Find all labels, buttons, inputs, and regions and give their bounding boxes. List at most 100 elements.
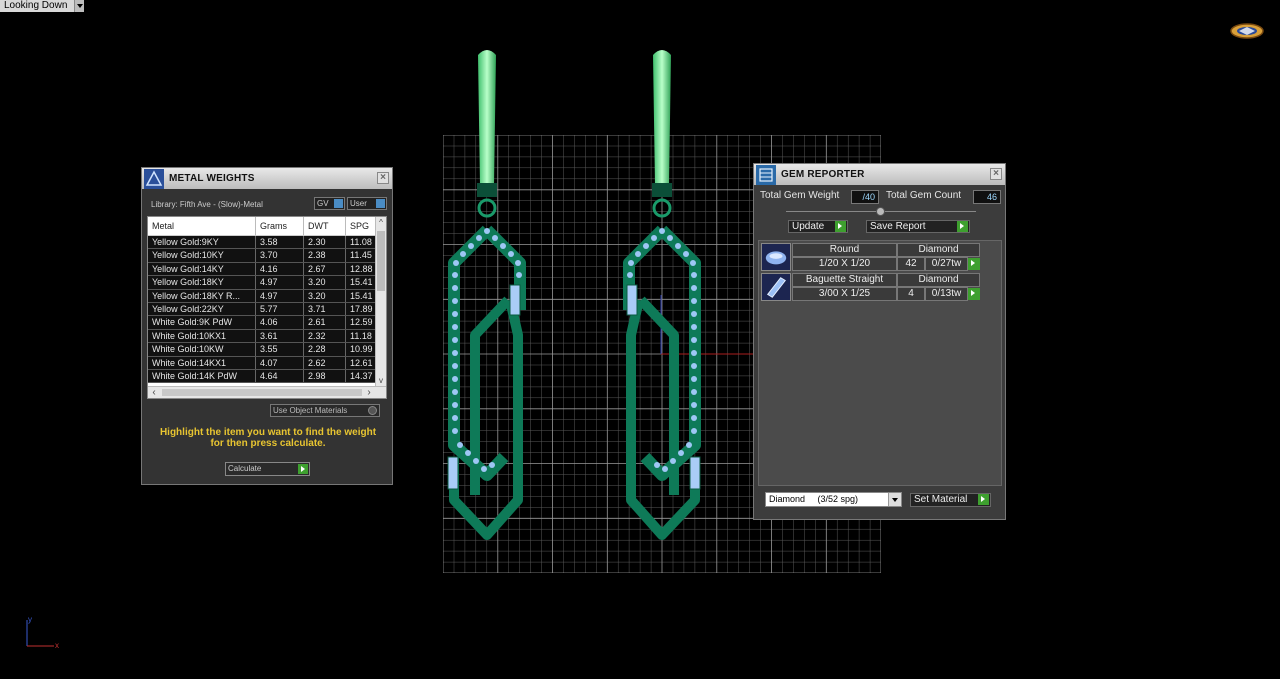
- close-icon[interactable]: ×: [377, 172, 389, 184]
- table-cell: 4.97: [256, 276, 304, 289]
- table-cell: 11.45: [346, 249, 376, 262]
- list-item[interactable]: Baguette Straight Diamond 3/00 X 1/25 4 …: [761, 273, 980, 301]
- save-report-label: Save Report: [870, 221, 926, 232]
- gem-size: 1/20 X 1/20: [792, 257, 897, 271]
- table-row[interactable]: Yellow Gold:14KY 4.16 2.67 12.88: [148, 262, 386, 277]
- table-cell: 2.61: [304, 316, 346, 329]
- table-row[interactable]: White Gold:10KW 3.55 2.28 10.99: [148, 343, 386, 357]
- list-item[interactable]: Round Diamond 1/20 X 1/20 42 0/27tw: [761, 243, 980, 271]
- svg-text:y: y: [28, 615, 32, 624]
- table-cell: 12.61: [346, 356, 376, 369]
- horizontal-scrollbar[interactable]: ‹ ›: [148, 386, 386, 398]
- gem-count: 42: [897, 257, 925, 271]
- table-cell: 2.32: [304, 329, 346, 343]
- gem-material: Diamond: [897, 273, 980, 287]
- checkbox-icon[interactable]: [368, 406, 377, 415]
- total-gem-count-value: 46: [973, 190, 1001, 204]
- table-row[interactable]: Yellow Gold:22KY 5.77 3.71 17.89: [148, 302, 386, 317]
- table-cell: 4.97: [256, 289, 304, 302]
- play-arrow-icon[interactable]: [968, 288, 980, 300]
- table-cell: 11.08: [346, 236, 376, 249]
- update-button[interactable]: Update: [788, 220, 848, 233]
- table-cell: 2.30: [304, 236, 346, 249]
- scroll-left-icon[interactable]: ‹: [149, 387, 159, 398]
- table-cell: 4.06: [256, 316, 304, 329]
- gem-weight: 0/13tw: [925, 287, 968, 301]
- table-row[interactable]: White Gold:14K PdW 4.64 2.98 14.37: [148, 369, 386, 384]
- user-label: User: [350, 199, 367, 208]
- total-gem-count-label: Total Gem Count: [886, 190, 962, 201]
- earring-right[interactable]: [605, 45, 715, 545]
- table-cell: 4.64: [256, 369, 304, 383]
- view-selector[interactable]: Looking Down: [0, 0, 84, 12]
- gv-toggle[interactable]: GV: [314, 197, 345, 210]
- table-cell: 3.70: [256, 249, 304, 262]
- metal-table-header: Metal Grams DWT SPG: [148, 217, 386, 236]
- table-cell: 3.71: [304, 302, 346, 316]
- gem-slider[interactable]: [786, 207, 976, 216]
- table-cell: 17.89: [346, 302, 376, 316]
- table-cell: White Gold:14KX1: [148, 356, 256, 369]
- scroll-thumb[interactable]: [162, 389, 362, 396]
- axis-indicator-icon: y x: [26, 615, 59, 650]
- scroll-up-icon[interactable]: ^: [376, 218, 386, 228]
- table-cell: 3.58: [256, 236, 304, 249]
- gem-reporter-panel: GEM REPORTER × Total Gem Weight /40 Tota…: [753, 163, 1006, 520]
- use-object-materials-label: Use Object Materials: [273, 406, 348, 415]
- table-row[interactable]: Yellow Gold:9KY 3.58 2.30 11.08: [148, 236, 386, 250]
- table-cell: White Gold:14K PdW: [148, 369, 256, 383]
- table-cell: 3.20: [304, 276, 346, 289]
- slider-knob[interactable]: [876, 207, 885, 216]
- table-cell: Yellow Gold:18KY: [148, 276, 256, 289]
- scroll-right-icon[interactable]: ›: [364, 387, 374, 398]
- scroll-down-icon[interactable]: v: [376, 376, 386, 386]
- user-toggle[interactable]: User: [347, 197, 387, 210]
- svg-text:x: x: [55, 641, 59, 650]
- table-cell: 14.37: [346, 369, 376, 383]
- table-cell: White Gold:10KX1: [148, 329, 256, 343]
- vertical-scrollbar[interactable]: ^ v: [375, 217, 386, 387]
- table-row[interactable]: White Gold:10KX1 3.61 2.32 11.18: [148, 329, 386, 344]
- update-label: Update: [792, 221, 825, 232]
- close-icon[interactable]: ×: [990, 168, 1002, 180]
- play-arrow-icon: [978, 494, 989, 505]
- panel-title: METAL WEIGHTS: [169, 173, 255, 184]
- play-arrow-icon: [835, 221, 846, 232]
- table-row[interactable]: Yellow Gold:18KY 4.97 3.20 15.41: [148, 276, 386, 290]
- table-cell: 3.20: [304, 289, 346, 302]
- table-cell: 11.18: [346, 329, 376, 343]
- metal-table[interactable]: Metal Grams DWT SPG Yellow Gold:9KY 3.58 2…: [147, 216, 387, 399]
- total-gem-weight-value: /40: [851, 190, 879, 204]
- table-cell: 4.16: [256, 262, 304, 276]
- table-row[interactable]: Yellow Gold:18KY R... 4.97 3.20 15.41: [148, 289, 386, 303]
- col-header-grams[interactable]: Grams: [256, 217, 304, 235]
- info-icon: [376, 199, 385, 208]
- play-arrow-icon[interactable]: [968, 258, 980, 270]
- set-material-button[interactable]: Set Material: [910, 493, 991, 507]
- use-object-materials-checkbox[interactable]: Use Object Materials: [270, 404, 380, 417]
- set-material-label: Set Material: [914, 494, 968, 505]
- table-row[interactable]: Yellow Gold:10KY 3.70 2.38 11.45: [148, 249, 386, 263]
- earring-left[interactable]: [430, 45, 540, 545]
- table-cell: 12.88: [346, 262, 376, 276]
- chevron-down-icon[interactable]: [888, 493, 901, 506]
- col-header-dwt[interactable]: DWT: [304, 217, 346, 235]
- baguette-gem-icon: [761, 273, 791, 301]
- table-row[interactable]: White Gold:9K PdW 4.06 2.61 12.59: [148, 316, 386, 330]
- calculate-button[interactable]: Calculate: [225, 462, 310, 476]
- table-cell: 3.61: [256, 329, 304, 343]
- table-cell: 3.55: [256, 343, 304, 356]
- metal-weights-titlebar[interactable]: METAL WEIGHTS ×: [142, 168, 392, 189]
- scroll-thumb[interactable]: [377, 231, 385, 291]
- chevron-down-icon[interactable]: [74, 0, 84, 12]
- col-header-spg[interactable]: SPG: [346, 217, 376, 235]
- col-header-metal[interactable]: Metal: [148, 217, 256, 235]
- material-select[interactable]: Diamond (3/52 spg): [765, 492, 902, 507]
- play-arrow-icon: [957, 221, 968, 232]
- table-row[interactable]: White Gold:14KX1 4.07 2.62 12.61: [148, 356, 386, 370]
- gv-label: GV: [317, 199, 329, 208]
- gem-reporter-titlebar[interactable]: GEM REPORTER ×: [754, 164, 1005, 185]
- table-cell: 2.67: [304, 262, 346, 276]
- round-gem-icon: [761, 243, 791, 271]
- save-report-button[interactable]: Save Report: [866, 220, 970, 233]
